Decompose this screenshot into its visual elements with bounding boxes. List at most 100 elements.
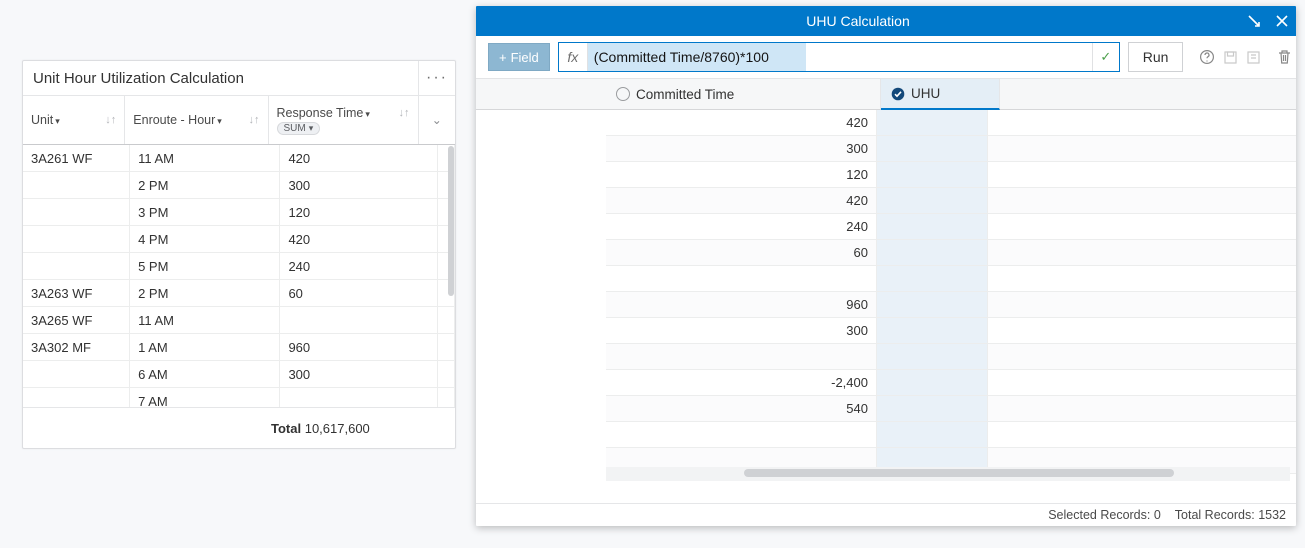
- table-row[interactable]: 3A302 MF1 AM960: [23, 334, 455, 361]
- column-unit-label: Unit: [31, 113, 53, 127]
- minimize-icon[interactable]: [1240, 6, 1268, 36]
- table-row[interactable]: [606, 344, 1296, 370]
- calc-table: Committed Time UHU 420300120420240609603…: [606, 79, 1296, 463]
- cell-committed: 240: [606, 214, 877, 239]
- formula-bar: fx ✓: [558, 42, 1120, 72]
- scrollbar-thumb[interactable]: [744, 469, 1174, 477]
- cell-uhu: [877, 344, 988, 369]
- table-row[interactable]: 420: [606, 110, 1296, 136]
- check-circle-icon: [891, 87, 905, 101]
- table-row[interactable]: 540: [606, 396, 1296, 422]
- cell-enroute: 3 PM: [130, 199, 280, 225]
- table-row[interactable]: 3A265 WF11 AM: [23, 307, 455, 334]
- left-title-row: Unit Hour Utilization Calculation ···: [23, 61, 455, 96]
- cell-uhu: [877, 136, 988, 161]
- cell-unit: 3A261 WF: [23, 145, 130, 171]
- cell-unit: [23, 253, 130, 279]
- calculation-dialog: UHU Calculation +Field fx ✓ Run: [476, 6, 1296, 526]
- cell-committed: [606, 344, 877, 369]
- caret-down-icon: ▾: [217, 116, 222, 126]
- column-enroute-label: Enroute - Hour: [133, 113, 215, 127]
- table-row[interactable]: -2,400: [606, 370, 1296, 396]
- dialog-title: UHU Calculation: [476, 13, 1240, 29]
- table-row[interactable]: [606, 422, 1296, 448]
- cell-committed: 300: [606, 136, 877, 161]
- validate-icon[interactable]: ✓: [1092, 43, 1119, 71]
- cell-enroute: 2 PM: [130, 172, 280, 198]
- table-row[interactable]: 2 PM300: [23, 172, 455, 199]
- run-button[interactable]: Run: [1128, 42, 1184, 72]
- cell-enroute: 1 AM: [130, 334, 280, 360]
- cell-unit: [23, 199, 130, 225]
- cell-unit: [23, 388, 130, 407]
- caret-down-icon: ▾: [55, 116, 60, 126]
- expand-columns[interactable]: ⌄: [419, 96, 455, 144]
- sort-icon[interactable]: ↓↑: [249, 114, 260, 126]
- help-icon[interactable]: [1199, 46, 1215, 68]
- left-total-row: Total 10,617,600: [23, 407, 455, 448]
- table-row[interactable]: 960: [606, 292, 1296, 318]
- cell-uhu: [877, 422, 988, 447]
- left-columns-header: Unit▾ ↓↑ Enroute - Hour▾ ↓↑ Response Tim…: [23, 96, 455, 145]
- left-title: Unit Hour Utilization Calculation: [23, 70, 418, 87]
- close-icon[interactable]: [1268, 6, 1296, 36]
- table-row[interactable]: 240: [606, 214, 1296, 240]
- save-icon: [1223, 46, 1238, 68]
- table-row[interactable]: 6 AM300: [23, 361, 455, 388]
- cell-uhu: [877, 162, 988, 187]
- column-enroute[interactable]: Enroute - Hour▾ ↓↑: [125, 96, 268, 144]
- aggregate-badge[interactable]: SUM▾: [277, 122, 321, 135]
- cell-uhu: [877, 110, 988, 135]
- table-row[interactable]: 60: [606, 240, 1296, 266]
- delete-icon[interactable]: [1277, 46, 1292, 68]
- column-response[interactable]: Response Time▾ ↓↑ SUM▾: [269, 96, 419, 144]
- total-label: Total: [271, 421, 301, 436]
- plus-icon: +: [499, 50, 507, 65]
- cell-response: 420: [280, 145, 438, 171]
- dialog-header[interactable]: UHU Calculation: [476, 6, 1296, 36]
- cell-committed: -2,400: [606, 370, 877, 395]
- cell-response: 120: [280, 199, 438, 225]
- dialog-toolbar: +Field fx ✓ Run: [476, 36, 1296, 79]
- add-field-button[interactable]: +Field: [488, 43, 550, 71]
- table-row[interactable]: 120: [606, 162, 1296, 188]
- cell-enroute: 11 AM: [130, 307, 280, 333]
- cell-uhu: [877, 318, 988, 343]
- table-row[interactable]: 3A263 WF2 PM60: [23, 280, 455, 307]
- vertical-scrollbar[interactable]: [448, 146, 454, 296]
- table-row[interactable]: 300: [606, 136, 1296, 162]
- total-records-label: Total Records:: [1175, 508, 1255, 522]
- column-uhu[interactable]: UHU: [881, 79, 1000, 110]
- horizontal-scrollbar[interactable]: [606, 467, 1290, 481]
- cell-uhu: [877, 188, 988, 213]
- cell-uhu: [877, 396, 988, 421]
- more-options-button[interactable]: ···: [418, 61, 455, 95]
- table-row[interactable]: 420: [606, 188, 1296, 214]
- left-table-body: 3A261 WF11 AM4202 PM3003 PM1204 PM4205 P…: [23, 145, 455, 407]
- cell-enroute: 4 PM: [130, 226, 280, 252]
- cell-response: 300: [280, 172, 438, 198]
- table-row[interactable]: [606, 266, 1296, 292]
- table-row[interactable]: 5 PM240: [23, 253, 455, 280]
- cell-unit: [23, 361, 130, 387]
- column-committed-time[interactable]: Committed Time: [606, 79, 881, 109]
- radio-unselected-icon[interactable]: [616, 87, 630, 101]
- table-row[interactable]: 300: [606, 318, 1296, 344]
- column-unit[interactable]: Unit▾ ↓↑: [23, 96, 125, 144]
- table-row[interactable]: 7 AM: [23, 388, 455, 407]
- sort-icon[interactable]: ↓↑: [399, 107, 410, 119]
- formula-input[interactable]: [588, 43, 1092, 71]
- total-value: 10,617,600: [305, 421, 370, 436]
- cell-response: 60: [280, 280, 438, 306]
- sort-icon[interactable]: ↓↑: [105, 114, 116, 126]
- cell-committed: 960: [606, 292, 877, 317]
- cell-response: [280, 388, 438, 407]
- cell-unit: [23, 172, 130, 198]
- cell-uhu: [877, 214, 988, 239]
- table-row[interactable]: 3A261 WF11 AM420: [23, 145, 455, 172]
- table-row[interactable]: 3 PM120: [23, 199, 455, 226]
- cell-committed: 60: [606, 240, 877, 265]
- chevron-down-icon: ⌄: [432, 113, 442, 127]
- cell-unit: 3A263 WF: [23, 280, 130, 306]
- table-row[interactable]: 4 PM420: [23, 226, 455, 253]
